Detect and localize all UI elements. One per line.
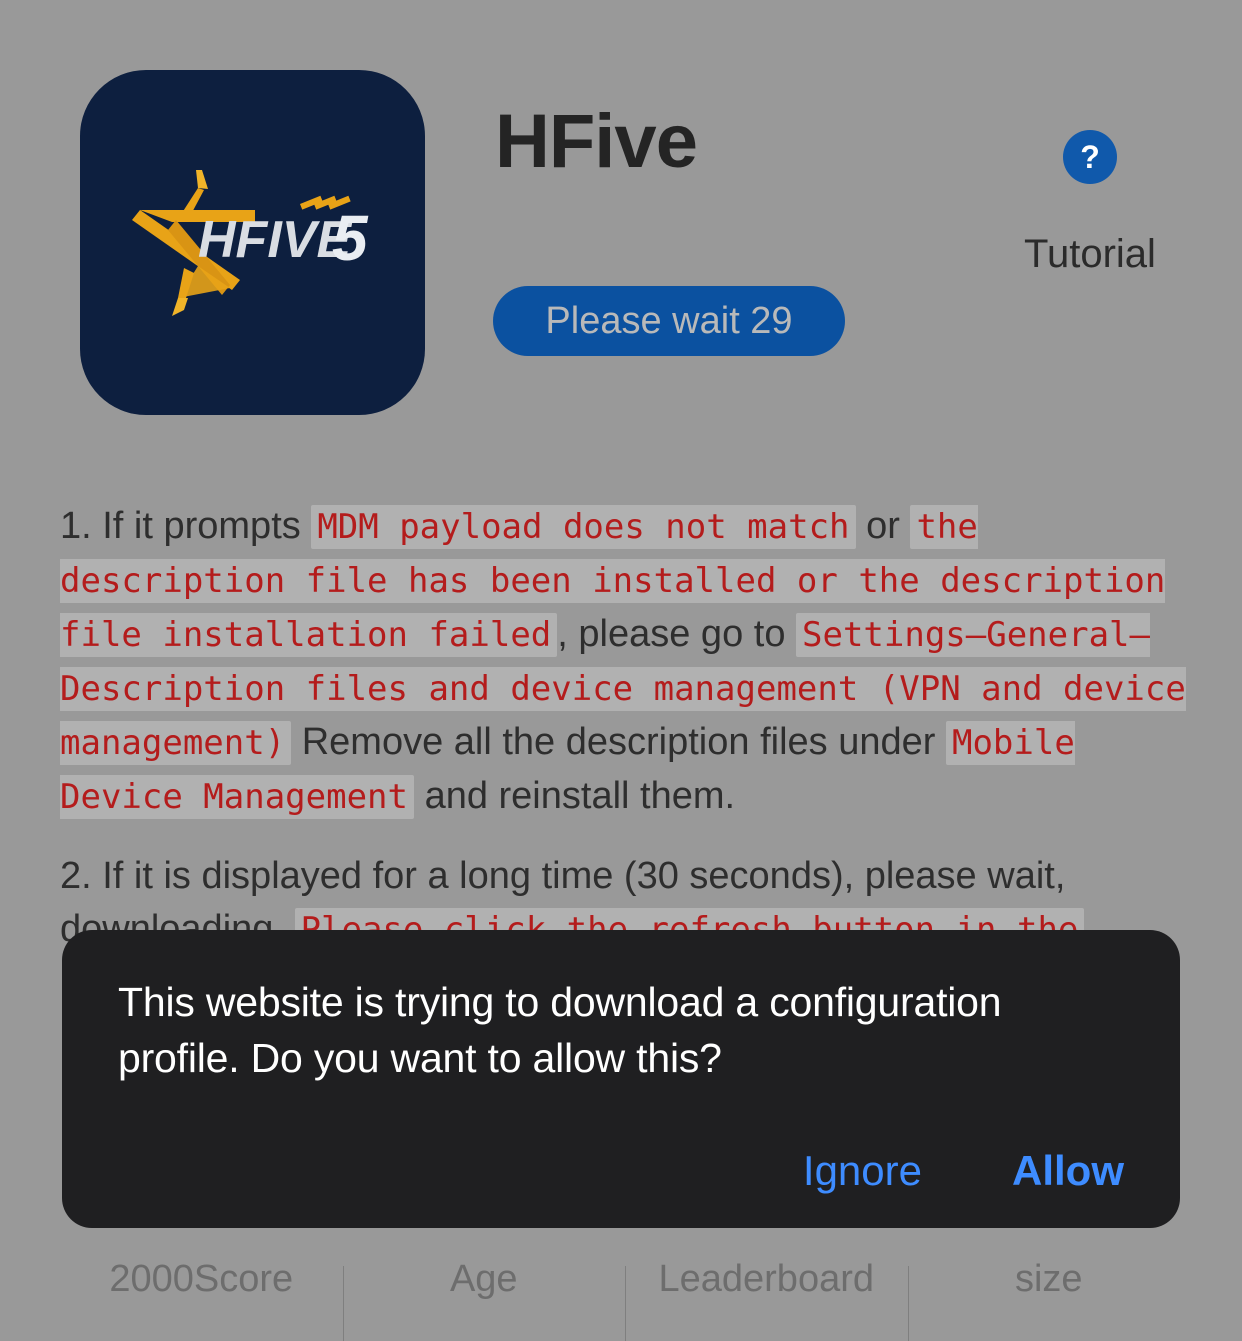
page-title: HFive bbox=[495, 99, 698, 184]
stat-label: Leaderboard bbox=[658, 1258, 874, 1300]
allow-button[interactable]: Allow bbox=[1012, 1150, 1124, 1192]
app-icon[interactable]: HFIVE 5 bbox=[80, 70, 425, 415]
dialog-message: This website is trying to download a con… bbox=[118, 979, 1002, 1081]
svg-text:HFIVE: HFIVE bbox=[198, 211, 352, 269]
svg-text:5: 5 bbox=[332, 202, 369, 274]
instruction-1-mid-2: Remove all the description files under bbox=[301, 721, 936, 763]
instruction-1-lead: 1. If it prompts bbox=[60, 505, 301, 547]
dialog-actions: Ignore Allow bbox=[803, 1150, 1124, 1192]
instruction-1-mid-1: , please go to bbox=[557, 613, 786, 655]
stat-label: size bbox=[1014, 1258, 1083, 1300]
please-wait-button[interactable]: Please wait 29 bbox=[493, 286, 845, 356]
hfive5-logo-icon: HFIVE 5 bbox=[132, 170, 369, 316]
instruction-1-code-1: MDM payload does not match bbox=[311, 505, 856, 549]
stat-column-score: 2000Score bbox=[60, 1248, 343, 1341]
instructions-list: 1. If it prompts MDM payload does not ma… bbox=[60, 500, 1190, 983]
stats-bar: 2000Score Age Leaderboard size bbox=[60, 1248, 1190, 1341]
stat-column-age: Age bbox=[342, 1248, 626, 1341]
instruction-1-conjunction: or bbox=[866, 505, 900, 547]
help-question-icon[interactable]: ? bbox=[1063, 130, 1117, 184]
configuration-profile-dialog: This website is trying to download a con… bbox=[62, 930, 1180, 1228]
stat-label: Age bbox=[449, 1258, 518, 1300]
instruction-item-1: 1. If it prompts MDM payload does not ma… bbox=[60, 500, 1190, 824]
ignore-button[interactable]: Ignore bbox=[803, 1150, 922, 1192]
instruction-1-tail: and reinstall them. bbox=[424, 775, 736, 817]
stat-column-size: size bbox=[907, 1248, 1191, 1341]
tutorial-block[interactable]: ? Tutorial bbox=[1020, 130, 1160, 274]
app-header: HFIVE 5 HFive Please wait 29 ? Tutorial bbox=[0, 0, 1242, 470]
stat-label: 2000Score bbox=[109, 1258, 294, 1300]
stat-column-leaderboard: Leaderboard bbox=[625, 1248, 908, 1341]
tutorial-label: Tutorial bbox=[1024, 232, 1156, 276]
